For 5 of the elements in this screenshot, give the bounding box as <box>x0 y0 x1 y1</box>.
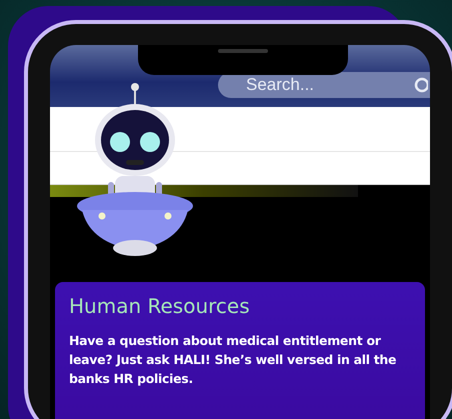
card-title: Human Resources <box>69 294 251 319</box>
search-field[interactable]: Search... <box>218 72 430 98</box>
speaker-grille <box>218 49 268 53</box>
card-text: Have a question about medical entitlement or leave? Just ask HALI! She’s well versed in all the banks HR policies. <box>69 332 398 388</box>
search-icon[interactable] <box>414 77 428 93</box>
